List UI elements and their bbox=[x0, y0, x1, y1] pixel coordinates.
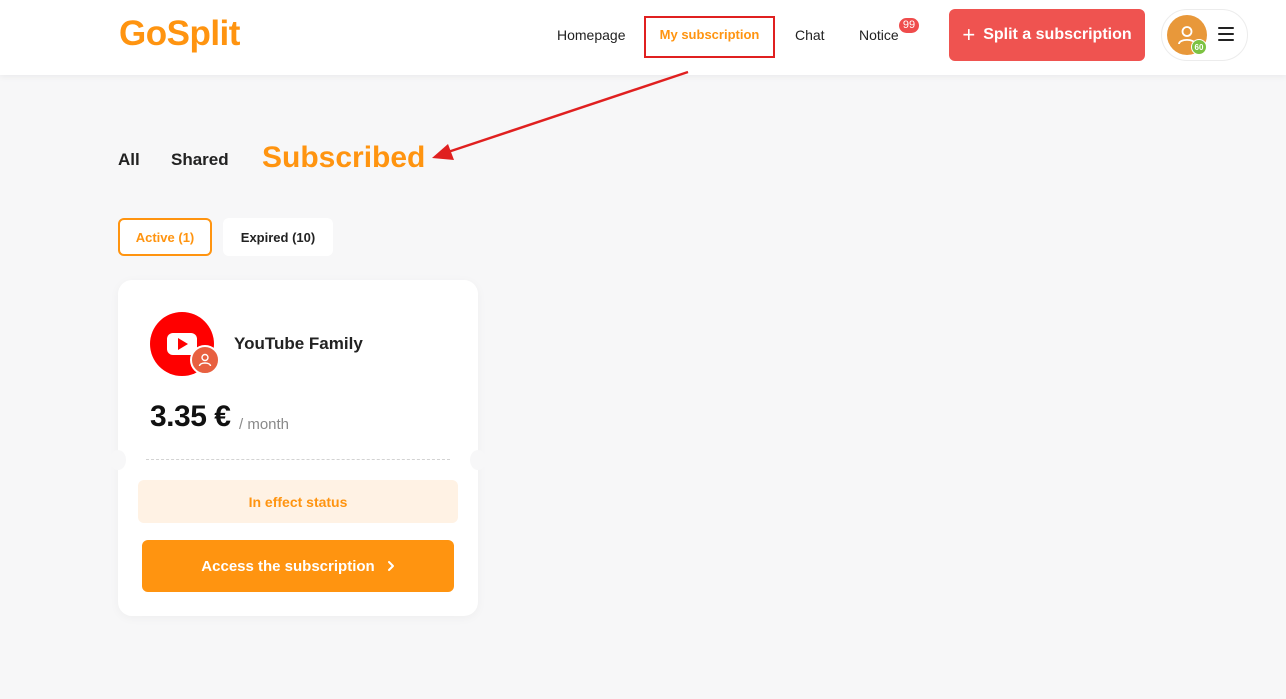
ticket-notch-right bbox=[470, 450, 486, 470]
filter-expired[interactable]: Expired (10) bbox=[223, 218, 333, 256]
plus-icon: + bbox=[962, 22, 976, 47]
tab-all[interactable]: All bbox=[118, 150, 140, 170]
user-menu[interactable]: 60 bbox=[1161, 9, 1248, 61]
status-badge: In effect status bbox=[138, 480, 458, 523]
menu-icon[interactable] bbox=[1218, 27, 1234, 41]
nav-homepage[interactable]: Homepage bbox=[557, 27, 626, 43]
divider bbox=[146, 459, 450, 460]
notice-count-badge: 99 bbox=[899, 18, 919, 33]
access-subscription-label: Access the subscription bbox=[201, 557, 375, 575]
tab-subscribed[interactable]: Subscribed bbox=[262, 141, 425, 175]
service-name: YouTube Family bbox=[234, 334, 363, 353]
level-badge: 60 bbox=[1191, 39, 1207, 55]
filter-active[interactable]: Active (1) bbox=[118, 218, 212, 256]
nav-my-subscription[interactable]: My subscription bbox=[644, 16, 775, 58]
nav-notice[interactable]: Notice bbox=[859, 27, 899, 43]
top-bar: GoSplit Homepage My subscription Chat No… bbox=[0, 0, 1286, 75]
price: 3.35 € bbox=[150, 400, 231, 433]
price-period: / month bbox=[239, 416, 290, 433]
logo[interactable]: GoSplit bbox=[119, 14, 240, 54]
nav-chat[interactable]: Chat bbox=[795, 27, 825, 43]
tab-shared[interactable]: Shared bbox=[171, 150, 229, 170]
split-subscription-button[interactable]: + Split a subscription bbox=[949, 9, 1145, 61]
subscription-card: YouTube Family 3.35 € / month In effect … bbox=[110, 280, 486, 616]
split-subscription-label: Split a subscription bbox=[983, 26, 1132, 43]
access-subscription-button[interactable]: Access the subscription bbox=[142, 540, 454, 592]
ticket-notch-left bbox=[110, 450, 126, 470]
chevron-right-icon bbox=[387, 561, 394, 571]
owner-icon bbox=[190, 345, 220, 375]
